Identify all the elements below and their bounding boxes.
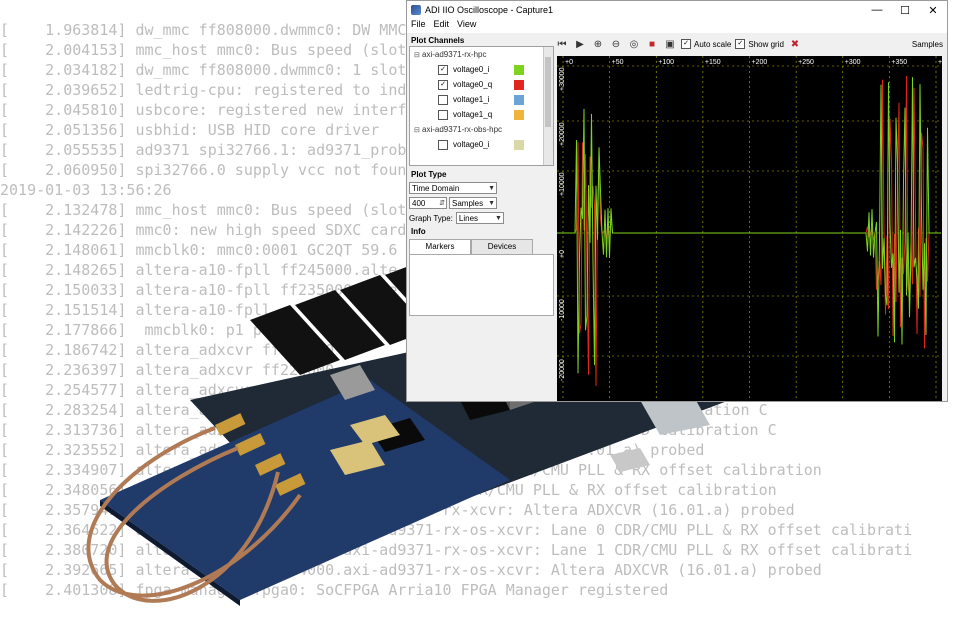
channel-color-swatch[interactable] bbox=[514, 64, 524, 75]
channel-color-swatch[interactable] bbox=[514, 139, 524, 150]
log-line: [ 2.039652] ledtrig-cpu: registered to i… bbox=[0, 81, 407, 99]
log-line: [ 2.055535] ad9371 spi32766.1: ad9371_pr… bbox=[0, 141, 407, 159]
title-bar: ADI IIO Oscilloscope - Capture1 — ☐ ✕ bbox=[407, 1, 947, 19]
y-tick-label: +0 bbox=[559, 250, 566, 258]
log-line: [ 2.142226] mmc0: new high speed SDXC ca… bbox=[0, 221, 407, 239]
channel-tree: ⊟ axi-ad9371-rx-hpc ✓ voltage0_i ✓ voltage0_q… bbox=[409, 46, 554, 166]
channel-color-swatch[interactable] bbox=[514, 109, 524, 120]
minimize-button[interactable]: — bbox=[863, 4, 891, 16]
samples-unit-select[interactable]: Samples ▼ bbox=[449, 197, 497, 209]
plot-channels-label: Plot Channels bbox=[411, 36, 465, 45]
plot-canvas[interactable]: +0+50+100+150+200+250+300+350+400+30000+… bbox=[557, 56, 942, 401]
tab-devices[interactable]: Devices bbox=[471, 239, 533, 255]
log-line: 2019-01-03 13:56:26 bbox=[0, 181, 172, 199]
window-title: ADI IIO Oscilloscope - Capture1 bbox=[425, 5, 554, 15]
info-label: Info bbox=[411, 227, 426, 236]
channel-label: voltage0_i bbox=[453, 140, 490, 149]
show-grid-check-icon: ✓ bbox=[735, 39, 746, 49]
graph-type-label: Graph Type: bbox=[409, 213, 453, 223]
graph-type-select[interactable]: Lines ▼ bbox=[455, 212, 504, 224]
maximize-button[interactable]: ☐ bbox=[891, 4, 919, 17]
x-tick-label: +200 bbox=[752, 59, 768, 66]
save-icon[interactable]: ■ bbox=[645, 37, 659, 51]
x-tick-label: +400 bbox=[938, 59, 942, 66]
channel-group-label: axi-ad9371-rx-obs-hpc bbox=[422, 125, 503, 134]
x-tick-label: +250 bbox=[798, 59, 814, 66]
zoom-out-icon[interactable]: ⊖ bbox=[609, 37, 623, 51]
channel-item[interactable]: voltage1_i bbox=[410, 92, 553, 107]
y-tick-label: +10000 bbox=[559, 172, 566, 196]
auto-scale-checkbox[interactable]: ✓ Auto scale bbox=[681, 39, 731, 49]
plot-toolbar: ⏮ ▶ ⊕ ⊖ ◎ ■ ▣ ✓ Auto scale ✓ Show grid ✖ S… bbox=[555, 35, 947, 53]
y-tick-label: -20000 bbox=[559, 359, 566, 381]
channel-item[interactable]: voltage0_i bbox=[410, 137, 553, 152]
x-tick-label: +50 bbox=[612, 59, 624, 66]
channel-label: voltage0_i bbox=[453, 65, 490, 74]
skip-back-icon[interactable]: ⏮ bbox=[555, 37, 569, 51]
x-tick-label: +350 bbox=[891, 59, 907, 66]
log-line: [ 2.060950] spi32766.0 supply vcc not fo… bbox=[0, 161, 407, 179]
channel-checkbox[interactable] bbox=[438, 139, 448, 150]
log-line: [ 1.963814] dw_mmc ff808000.dwmmc0: DW M… bbox=[0, 21, 407, 39]
channel-checkbox[interactable]: ✓ bbox=[438, 79, 448, 90]
close-button[interactable]: ✕ bbox=[919, 4, 947, 17]
clear-icon[interactable]: ✖ bbox=[788, 37, 802, 51]
channel-item[interactable]: ✓ voltage0_i bbox=[410, 62, 553, 77]
x-unit-label: Samples bbox=[911, 39, 943, 49]
play-icon[interactable]: ▶ bbox=[573, 37, 587, 51]
app-icon bbox=[411, 5, 421, 15]
collapse-icon[interactable]: ⊟ bbox=[414, 126, 422, 134]
y-tick-label: +20000 bbox=[559, 122, 566, 146]
y-tick-label: +30000 bbox=[559, 67, 566, 91]
channel-color-swatch[interactable] bbox=[514, 94, 524, 105]
channel-label: voltage1_i bbox=[453, 95, 490, 104]
x-tick-label: +300 bbox=[845, 59, 861, 66]
menu-view[interactable]: View bbox=[457, 19, 476, 33]
x-tick-label: +0 bbox=[565, 59, 573, 66]
channel-group-label: axi-ad9371-rx-hpc bbox=[422, 50, 487, 59]
samples-spinner[interactable]: 400 ⇵ bbox=[409, 197, 447, 209]
control-panel: Plot Channels ⊟ axi-ad9371-rx-hpc ✓ voltage… bbox=[409, 35, 554, 401]
channel-label: voltage1_q bbox=[453, 110, 493, 119]
channel-color-swatch[interactable] bbox=[514, 79, 524, 90]
channel-item[interactable]: voltage1_q bbox=[410, 107, 553, 122]
auto-scale-check-icon: ✓ bbox=[681, 39, 691, 49]
show-grid-checkbox[interactable]: ✓ Show grid bbox=[735, 39, 784, 49]
zoom-fit-icon[interactable]: ◎ bbox=[627, 37, 641, 51]
collapse-icon[interactable]: ⊟ bbox=[414, 51, 422, 59]
channel-group[interactable]: ⊟ axi-ad9371-rx-hpc bbox=[410, 47, 553, 62]
log-line: [ 2.004153] mmc_host mmc0: Bus speed (sl… bbox=[0, 41, 407, 59]
x-tick-label: +100 bbox=[658, 59, 674, 66]
x-tick-label: +150 bbox=[705, 59, 721, 66]
oscilloscope-window: ADI IIO Oscilloscope - Capture1 — ☐ ✕ Fi… bbox=[406, 0, 948, 402]
plot-type-label: Plot Type bbox=[411, 170, 447, 179]
tab-markers[interactable]: Markers bbox=[409, 239, 471, 254]
channel-label: voltage0_q bbox=[453, 80, 493, 89]
domain-select[interactable]: Time Domain ▼ bbox=[409, 182, 497, 194]
waveform-voltage0-q bbox=[557, 75, 941, 387]
zoom-in-icon[interactable]: ⊕ bbox=[591, 37, 605, 51]
channel-checkbox[interactable] bbox=[438, 94, 448, 105]
log-line: [ 2.051356] usbhid: USB HID core driver bbox=[0, 121, 380, 139]
channel-item[interactable]: ✓ voltage0_q bbox=[410, 77, 553, 92]
menu-edit[interactable]: Edit bbox=[434, 19, 450, 33]
info-tab-content bbox=[409, 254, 554, 316]
y-tick-label: -10000 bbox=[559, 299, 566, 321]
channel-group[interactable]: ⊟ axi-ad9371-rx-obs-hpc bbox=[410, 122, 553, 137]
menu-bar: File Edit View bbox=[407, 19, 947, 33]
log-line: [ 2.045810] usbcore: registered new inte… bbox=[0, 101, 407, 119]
log-line: [ 2.034182] dw_mmc ff808000.dwmmc0: 1 sl… bbox=[0, 61, 407, 79]
menu-file[interactable]: File bbox=[411, 19, 426, 33]
channel-checkbox[interactable]: ✓ bbox=[438, 64, 448, 75]
fullscreen-icon[interactable]: ▣ bbox=[663, 37, 677, 51]
channel-checkbox[interactable] bbox=[438, 109, 448, 120]
log-line: [ 2.132478] mmc_host mmc0: Bus speed (sl… bbox=[0, 201, 407, 219]
